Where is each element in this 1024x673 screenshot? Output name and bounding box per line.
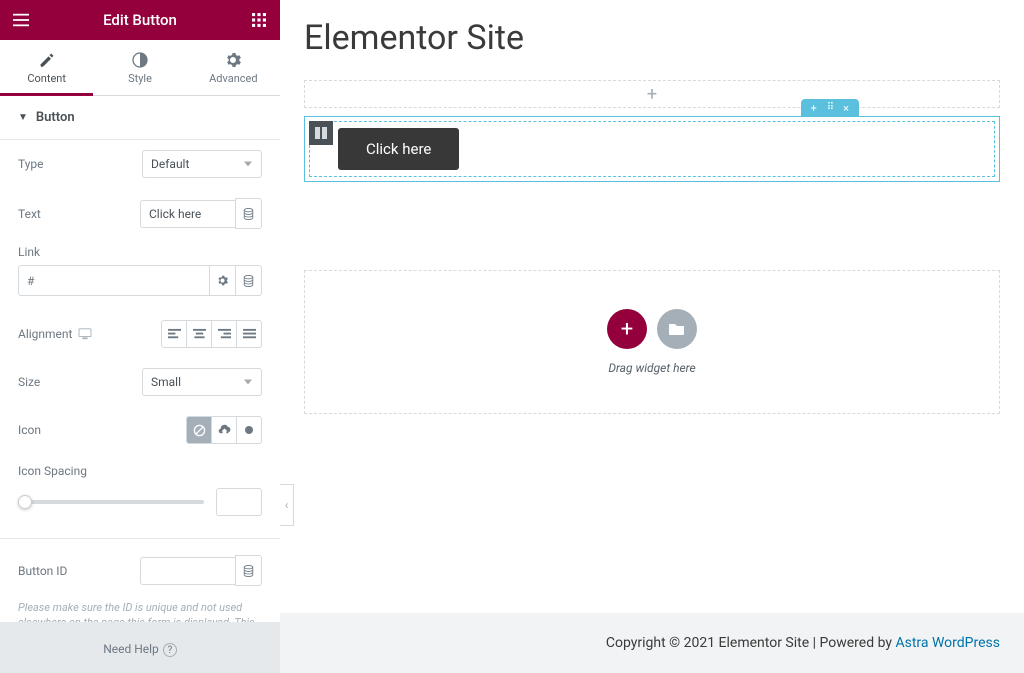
add-section-bar[interactable]: +: [304, 80, 1000, 108]
separator: [0, 538, 280, 539]
icon-spacing-label: Icon Spacing: [18, 464, 87, 478]
site-title: Elementor Site: [280, 0, 1024, 80]
tab-advanced-label: Advanced: [209, 72, 257, 85]
alignment-label: Alignment: [18, 327, 92, 341]
database-icon: [243, 565, 254, 577]
preview-canvas: ‹ Elementor Site + + ⠿ × Click here + Dr…: [280, 0, 1024, 673]
control-button-id: Button ID: [0, 545, 280, 596]
pencil-icon: [39, 52, 55, 68]
gear-icon: [225, 52, 241, 68]
icon-upload-button[interactable]: [211, 416, 237, 444]
column-handle[interactable]: [309, 121, 333, 145]
database-icon: [243, 275, 254, 287]
link-options-button[interactable]: [209, 265, 236, 296]
type-select[interactable]: Default: [142, 150, 262, 178]
text-input[interactable]: [140, 200, 236, 228]
column[interactable]: Click here: [309, 121, 995, 177]
help-icon: ?: [163, 643, 177, 657]
panel-tabs: Content Style Advanced: [0, 40, 280, 96]
contrast-icon: [132, 52, 148, 68]
footer-text: Copyright © 2021 Elementor Site | Powere…: [606, 635, 896, 651]
gear-icon: [217, 275, 228, 286]
icon-library-button[interactable]: [236, 416, 262, 444]
tab-advanced[interactable]: Advanced: [187, 40, 280, 95]
plus-icon: +: [621, 317, 633, 342]
tab-content[interactable]: Content: [0, 40, 93, 95]
need-help-link[interactable]: Need Help?: [0, 622, 280, 673]
dynamic-tags-button[interactable]: [235, 265, 262, 296]
section-close-icon[interactable]: ×: [843, 103, 849, 114]
button-id-hint: Please make sure the ID is unique and no…: [0, 596, 280, 622]
align-center-button[interactable]: [186, 320, 212, 348]
slider-thumb[interactable]: [18, 495, 32, 509]
widgets-grid-icon[interactable]: [250, 11, 268, 29]
menu-icon[interactable]: [12, 11, 30, 29]
size-select[interactable]: Small: [142, 368, 262, 396]
icon-spacing-slider-row: [0, 480, 280, 532]
section-add-icon[interactable]: +: [811, 103, 817, 114]
drag-widget-hint: Drag widget here: [608, 361, 695, 375]
icon-none-button[interactable]: [186, 416, 212, 444]
button-id-input[interactable]: [140, 557, 236, 585]
control-type: Type Default: [0, 140, 280, 188]
text-label: Text: [18, 207, 41, 221]
section-button-toggle[interactable]: ▼ Button: [0, 96, 280, 140]
desktop-icon[interactable]: [78, 328, 92, 340]
control-size: Size Small: [0, 358, 280, 406]
section-toolbar: + ⠿ ×: [801, 99, 859, 117]
icon-label: Icon: [18, 423, 41, 437]
section-selected[interactable]: + ⠿ × Click here: [304, 116, 1000, 182]
dynamic-tags-button[interactable]: [235, 198, 262, 229]
align-right-button[interactable]: [211, 320, 237, 348]
caret-down-icon: ▼: [18, 112, 28, 123]
section-drag-icon[interactable]: ⠿: [827, 103, 833, 113]
site-footer: Copyright © 2021 Elementor Site | Powere…: [280, 613, 1024, 673]
column-icon: [315, 127, 327, 139]
dynamic-tags-button[interactable]: [235, 555, 262, 586]
align-justify-button[interactable]: [236, 320, 262, 348]
template-library-button[interactable]: [657, 309, 697, 349]
tab-content-label: Content: [27, 72, 66, 85]
button-widget[interactable]: Click here: [338, 128, 459, 170]
panel-header: Edit Button: [0, 0, 280, 40]
control-alignment: Alignment: [0, 310, 280, 358]
folder-icon: [669, 322, 685, 336]
elementor-panel: Edit Button Content Style Advanced ▼ But…: [0, 0, 280, 673]
panel-title: Edit Button: [30, 11, 250, 29]
panel-collapse-button[interactable]: ‹: [280, 484, 294, 526]
plus-icon: +: [647, 84, 657, 105]
icon-spacing-slider[interactable]: [18, 500, 204, 504]
type-label: Type: [18, 157, 44, 171]
align-left-button[interactable]: [161, 320, 187, 348]
add-section-button[interactable]: +: [607, 309, 647, 349]
panel-body: ▼ Button Type Default Text Link: [0, 96, 280, 622]
database-icon: [243, 208, 254, 220]
button-id-label: Button ID: [18, 564, 67, 578]
empty-section[interactable]: + Drag widget here: [304, 270, 1000, 414]
link-label: Link: [18, 245, 262, 259]
icon-spacing-value[interactable]: [216, 488, 262, 516]
control-text: Text: [0, 188, 280, 239]
control-icon-spacing: Icon Spacing: [0, 454, 280, 480]
section-button-label: Button: [36, 110, 75, 125]
size-label: Size: [18, 375, 40, 389]
tab-style-label: Style: [128, 72, 152, 85]
control-link: Link: [0, 239, 280, 310]
footer-theme-link[interactable]: Astra WordPress: [895, 635, 1000, 651]
control-icon: Icon: [0, 406, 280, 454]
tab-style[interactable]: Style: [93, 40, 186, 95]
link-input[interactable]: [18, 265, 210, 296]
